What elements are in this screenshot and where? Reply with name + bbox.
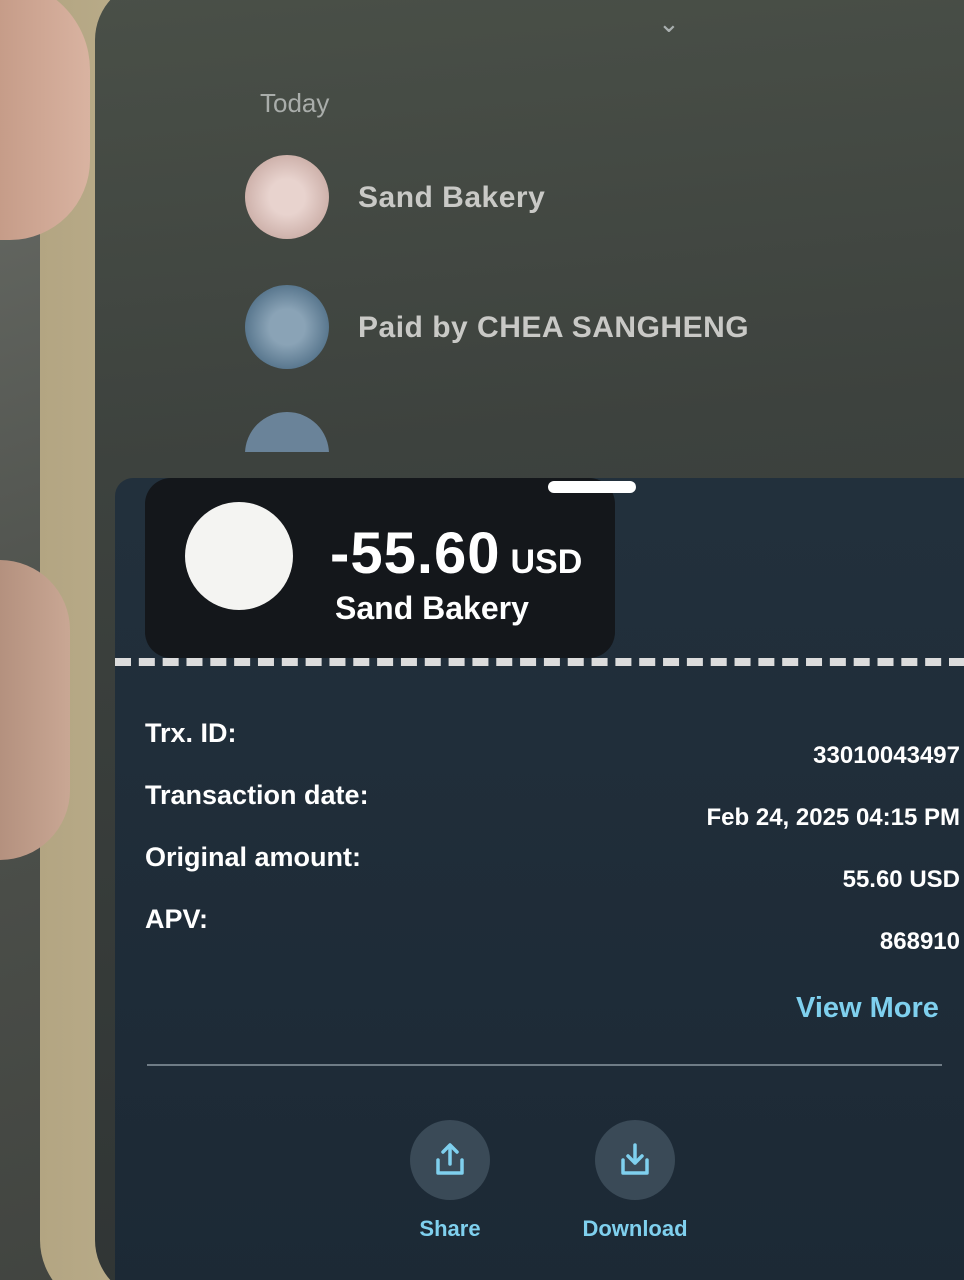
view-more-button[interactable]: View More xyxy=(796,992,964,1025)
share-icon xyxy=(410,1120,490,1200)
download-label: Download xyxy=(582,1216,688,1241)
list-item[interactable] xyxy=(245,412,964,452)
merchant-logo-icon xyxy=(245,155,329,239)
detail-value: Feb 24, 2025 04:15 PM xyxy=(706,804,960,831)
share-button[interactable]: Share xyxy=(370,1120,530,1242)
detail-value: 55.60 USD xyxy=(842,866,960,893)
download-button[interactable]: Download xyxy=(555,1120,715,1242)
drag-handle[interactable] xyxy=(548,481,636,493)
download-icon xyxy=(595,1120,675,1200)
merchant-name: Sand Bakery xyxy=(335,590,529,626)
detail-row: APV: 868910 xyxy=(145,904,960,966)
thumb xyxy=(0,0,90,240)
bank-icon xyxy=(245,412,329,452)
amount-currency: USD xyxy=(510,543,583,581)
transaction-header: -55.60 USD Sand Bakery xyxy=(145,478,636,658)
detail-key: Transaction date: xyxy=(145,780,369,810)
view-more-label: View More xyxy=(796,992,939,1024)
detail-row: Original amount: 55.60 USD xyxy=(145,842,960,904)
chevron-down-icon[interactable]: ⌄ xyxy=(658,8,680,39)
detail-key: Trx. ID: xyxy=(145,718,237,748)
dashed-divider xyxy=(115,658,964,666)
detail-value: 33010043497 xyxy=(813,742,960,769)
list-item[interactable]: Sand Bakery xyxy=(245,155,964,245)
divider xyxy=(147,1064,942,1066)
transaction-amount: -55.60 USD xyxy=(330,520,582,587)
transaction-details: Trx. ID: 33010043497 Transaction date: F… xyxy=(145,718,960,966)
list-item-label: Sand Bakery xyxy=(358,181,546,214)
detail-value: 868910 xyxy=(879,928,960,955)
photo-scene: ⌄ Today Sand Bakery Paid by CHEA SANGHEN… xyxy=(0,0,964,1280)
transaction-detail-sheet: -55.60 USD Sand Bakery Trx. ID: 330100434… xyxy=(115,478,964,1280)
detail-row: Transaction date: Feb 24, 2025 04:15 PM xyxy=(145,780,960,842)
detail-key: Original amount: xyxy=(145,842,361,872)
amount-value: -55.60 xyxy=(330,521,501,586)
share-label: Share xyxy=(419,1216,481,1241)
list-item-label: Paid by CHEA SANGHENG xyxy=(358,311,750,344)
detail-key: APV: xyxy=(145,904,209,934)
finger xyxy=(0,560,70,860)
detail-row: Trx. ID: 33010043497 xyxy=(145,718,960,780)
bank-icon xyxy=(245,285,329,369)
section-title: Today xyxy=(260,88,330,118)
merchant-avatar xyxy=(185,502,293,610)
list-item[interactable]: Paid by CHEA SANGHENG xyxy=(245,285,964,375)
